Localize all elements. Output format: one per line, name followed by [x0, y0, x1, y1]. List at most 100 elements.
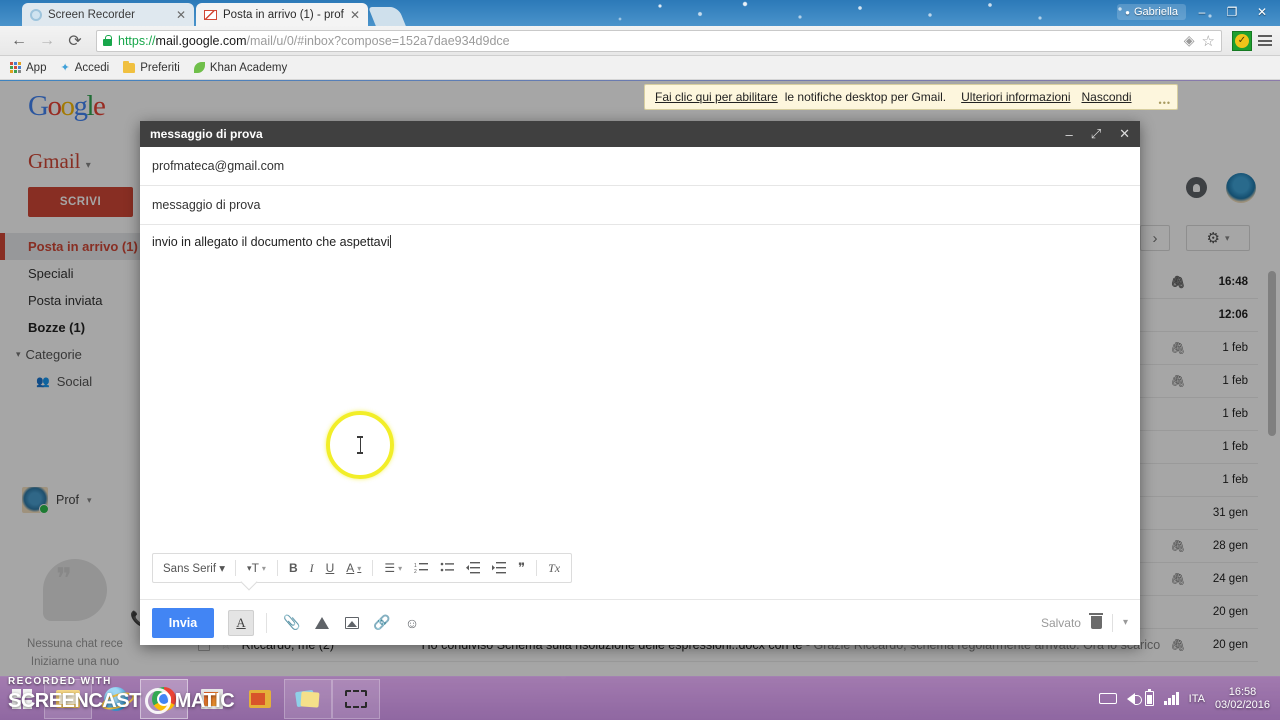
indent-more-icon[interactable]	[487, 557, 511, 579]
sidebar-item-inbox[interactable]: Posta in arrivo (1)	[0, 233, 150, 260]
hangouts-empty-state: Nessuna chat rece Iniziarne una nuo	[0, 559, 150, 671]
address-bar[interactable]: https://mail.google.com/mail/u/0/#inbox?…	[96, 29, 1222, 52]
bulleted-list-icon[interactable]	[435, 557, 459, 579]
bookmark-preferiti[interactable]: Preferiti	[123, 60, 180, 74]
snipping-tool-icon	[345, 689, 367, 708]
taskbar-item-sticky-notes[interactable]	[284, 678, 332, 719]
taskbar-item-video-editor[interactable]	[236, 679, 284, 719]
sidebar-item-social[interactable]: 👥 Social	[0, 368, 150, 395]
forward-icon[interactable]: →	[36, 30, 58, 52]
divider	[536, 560, 538, 576]
divider	[1111, 613, 1113, 632]
chrome-menu-icon[interactable]	[1258, 35, 1272, 46]
taskbar-item-google-chrome[interactable]	[140, 678, 188, 719]
back-icon[interactable]: ←	[8, 30, 30, 52]
next-page-button[interactable]: ›	[1140, 225, 1170, 251]
compose-header[interactable]: messaggio di prova – ⤢ ✕	[140, 121, 1140, 147]
pdf-reader-icon	[201, 688, 223, 709]
font-family-dropdown[interactable]: Sans Serif ▾	[159, 561, 229, 575]
volume-icon[interactable]	[1127, 692, 1143, 705]
divider	[235, 560, 237, 576]
record-icon	[30, 8, 42, 21]
network-signal-icon[interactable]	[1164, 692, 1179, 705]
clock[interactable]: 16:58 03/02/2016	[1215, 686, 1270, 712]
remove-formatting-button[interactable]: Tx	[543, 557, 565, 579]
close-icon[interactable]: ✕	[350, 9, 360, 21]
chevron-down-icon: ▾	[398, 563, 403, 573]
compose-button[interactable]: SCRIVI	[28, 187, 133, 217]
bookmark-app[interactable]: App	[10, 62, 46, 74]
compose-body-field[interactable]: invio in allegato il documento che aspet…	[140, 225, 1140, 553]
insert-link-icon[interactable]: 🔗	[369, 610, 395, 636]
settings-button[interactable]: ⚙ ▾	[1186, 225, 1250, 251]
minimize-icon[interactable]: –	[1065, 127, 1072, 142]
notification-message: le notifiche desktop per Gmail.	[784, 90, 947, 104]
close-icon[interactable]: ✕	[1119, 126, 1130, 142]
bookmark-khan-academy[interactable]: Khan Academy	[193, 62, 287, 74]
chat-bubble-icon	[43, 559, 107, 621]
google-drive-icon[interactable]	[309, 610, 335, 636]
popout-icon[interactable]: ⤢	[1091, 126, 1101, 142]
trash-icon[interactable]	[1089, 612, 1104, 629]
tab-gmail[interactable]: Posta in arrivo (1) - profm ✕	[196, 3, 368, 26]
account-avatar[interactable]	[1226, 173, 1256, 203]
row-date: 1 feb	[1222, 408, 1248, 420]
keyboard-icon[interactable]	[1099, 693, 1118, 704]
sidebar-item-starred[interactable]: Speciali	[0, 260, 150, 287]
windows-start-icon[interactable]	[0, 677, 44, 720]
sticky-notes-icon	[296, 689, 320, 709]
text-color-button[interactable]: A ▾	[341, 557, 366, 579]
windows-user-button[interactable]: ● Gabriella	[1117, 4, 1186, 20]
send-button[interactable]: Invia	[152, 607, 214, 638]
compose-subject-field[interactable]: messaggio di prova	[140, 186, 1140, 225]
more-info-link[interactable]: Ulteriori informazioni	[961, 90, 1070, 104]
bold-button[interactable]: B	[284, 557, 303, 579]
extension-icon[interactable]: ✓	[1232, 30, 1252, 51]
taskbar-item-pdf-reader[interactable]	[188, 679, 236, 719]
hide-link[interactable]: Nascondi	[1082, 90, 1132, 104]
underline-button[interactable]: U	[321, 557, 340, 579]
sidebar-item-drafts[interactable]: Bozze (1)	[0, 314, 150, 341]
quote-button[interactable]: ❞	[513, 557, 530, 579]
numbered-list-icon[interactable]: 12	[409, 557, 433, 579]
formatting-options-button[interactable]: A	[228, 609, 254, 636]
taskbar-item-file-explorer[interactable]	[44, 678, 92, 719]
gmail-brand-dropdown[interactable]: Gmail ▾	[28, 149, 91, 174]
emoji-icon[interactable]: ☺	[399, 610, 425, 636]
cast-icon[interactable]: ◈	[1184, 32, 1195, 49]
window-restore-button[interactable]: ❐	[1218, 2, 1246, 22]
reload-icon[interactable]: ⟳	[64, 30, 86, 52]
notifications-bell-icon[interactable]	[1186, 177, 1207, 198]
align-button[interactable]: ☰ ▾	[379, 557, 407, 579]
indent-less-icon[interactable]	[461, 557, 485, 579]
bookmark-star-icon[interactable]: ☆	[1202, 32, 1215, 50]
clock-time: 16:58	[1228, 685, 1257, 698]
google-chrome-icon	[152, 686, 176, 711]
enable-notifications-link[interactable]: Fai clic qui per abilitare	[655, 90, 778, 104]
window-minimize-button[interactable]: –	[1188, 2, 1216, 22]
attachment-icon: 🖇	[1170, 572, 1186, 586]
mail-list-scrollbar[interactable]	[1268, 271, 1276, 436]
hangouts-profile[interactable]: Prof ▾	[22, 487, 91, 514]
compose-body-text: invio in allegato il documento che aspet…	[152, 235, 390, 249]
tab-screen-recorder[interactable]: Screen Recorder ✕	[22, 3, 194, 26]
close-icon[interactable]: ✕	[176, 9, 186, 21]
row-date: 31 gen	[1212, 507, 1248, 519]
language-indicator[interactable]: ITA	[1189, 693, 1205, 705]
compose-to-field[interactable]: profmateca@gmail.com	[140, 147, 1140, 186]
sidebar-item-sent[interactable]: Posta inviata	[0, 287, 150, 314]
taskbar-item-snipping-tool[interactable]	[332, 678, 380, 719]
attach-file-icon[interactable]: 📎	[279, 610, 305, 636]
profile-name: Prof	[56, 493, 79, 507]
tab-label: Posta in arrivo (1) - profm	[223, 8, 344, 21]
window-close-button[interactable]: ✕	[1248, 2, 1276, 22]
italic-button[interactable]: I	[305, 557, 319, 579]
more-options-icon[interactable]: ▾	[1123, 617, 1128, 628]
windows-taskbar: ITA 16:58 03/02/2016	[0, 676, 1280, 720]
taskbar-item-internet-explorer[interactable]	[92, 679, 140, 719]
sidebar-item-categories[interactable]: ▾ Categorie	[0, 341, 150, 368]
battery-icon[interactable]	[1145, 688, 1155, 706]
compose-window-controls: – ⤢ ✕	[1065, 126, 1130, 142]
bookmark-accedi[interactable]: ✦ Accedi	[60, 61, 109, 75]
insert-photo-icon[interactable]	[339, 610, 365, 636]
